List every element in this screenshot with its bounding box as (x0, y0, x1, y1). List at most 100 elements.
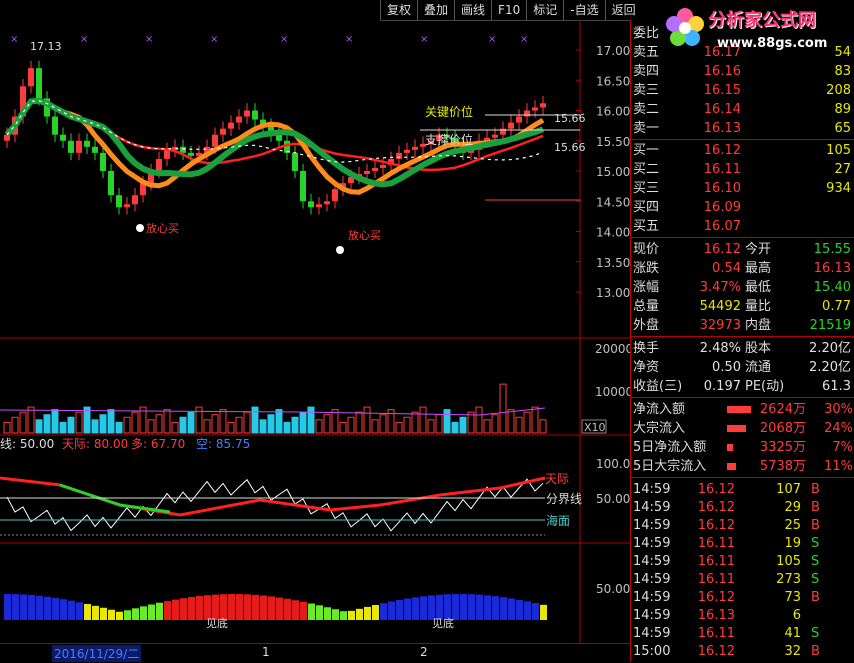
fundamental-label: 收益(三) (633, 379, 683, 394)
bottom-indicator-bar (324, 607, 331, 620)
quote-value: 3.47% (699, 280, 741, 295)
bottom-indicator-bar (404, 598, 411, 620)
bottom-indicator-bar (260, 595, 267, 620)
bottom-indicator-bar (68, 600, 75, 620)
bottom-indicator-bar (420, 596, 427, 620)
ask-row[interactable]: 卖三 16.15 208 (631, 81, 854, 100)
ask-row[interactable]: 卖四 16.16 83 (631, 62, 854, 81)
fundamental-label: 流通 (745, 360, 772, 375)
bottom-indicator-bar (244, 594, 251, 620)
tick-price: 16.12 (697, 500, 735, 515)
bid-row[interactable]: 买二 16.11 27 (631, 160, 854, 179)
fund-flow-row: 净流入额 2624万 30% (631, 400, 854, 419)
tick-side: S (811, 572, 820, 587)
fundamental-row: 换手 2.48% 股本 2.20亿 (631, 339, 854, 358)
fenjie-label: 分界线 (546, 492, 582, 506)
tick-row: 14:59 16.12 107 B (631, 480, 854, 499)
price-tick-label: 13.50 (596, 256, 630, 270)
candle-body (100, 152, 106, 171)
tick-volume: 41 (784, 626, 801, 641)
bottom-indicator-bar (44, 596, 51, 620)
bottom-indicator-bar (252, 594, 259, 620)
ask-volume: 208 (826, 83, 851, 98)
bottom-indicator-bar (196, 595, 203, 620)
volume-bar (51, 409, 59, 434)
bottom-indicator-bar (132, 608, 139, 620)
ask-label: 卖四 (633, 64, 660, 79)
ask-label: 卖二 (633, 102, 660, 117)
quote-label: 最低 (745, 280, 772, 295)
toolbar-f10-button[interactable]: F10 (491, 0, 526, 20)
toolbar-mark-button[interactable]: 标记 (526, 0, 563, 20)
candle-body (156, 158, 162, 171)
indicator-duo-value: 多: 67.70 (131, 437, 185, 451)
toolbar-watchlist-button[interactable]: -自选 (563, 0, 604, 20)
bottom-indicator-bar (12, 594, 19, 620)
bid-row[interactable]: 买五 16.07 (631, 217, 854, 236)
quote-value: 32973 (699, 318, 741, 333)
quote-label: 涨跌 (633, 261, 660, 276)
quote-row: 涨幅 3.47% 最低 15.40 (631, 278, 854, 297)
bid-row[interactable]: 买一 16.12 105 (631, 141, 854, 160)
bid-price: 16.09 (703, 200, 741, 215)
bottom-indicator-tick: 50.00 (596, 582, 630, 596)
volume-bar (443, 409, 451, 434)
bottom-indicator-bar (116, 611, 123, 620)
toolbar-draw-button[interactable]: 画线 (454, 0, 491, 20)
volume-bar (179, 416, 187, 434)
tick-side: S (811, 554, 820, 569)
bid-row[interactable]: 买四 16.09 (631, 198, 854, 217)
quote-label: 最高 (745, 261, 772, 276)
bid-label: 买一 (633, 143, 660, 158)
tick-time: 14:59 (633, 500, 671, 515)
volume-bar (107, 409, 115, 434)
fundamental-value: 61.3 (822, 379, 851, 394)
volume-bar (283, 421, 291, 434)
tick-price: 16.13 (697, 608, 735, 623)
price-tick-label: 17.00 (596, 44, 630, 58)
bottom-indicator-bar (516, 599, 523, 620)
tianji-label: 天际 (545, 472, 569, 486)
bottom-indicator-bar (412, 597, 419, 620)
divider (631, 397, 854, 398)
candle-body (180, 146, 186, 153)
tick-row: 14:59 16.11 105 S (631, 552, 854, 571)
quote-value: 15.55 (813, 242, 851, 257)
current-date-label: 2016/11/29/二 (52, 645, 142, 662)
tick-volume: 29 (784, 500, 801, 515)
bottom-indicator-bar (180, 598, 187, 620)
volume-bar (35, 419, 43, 434)
support-price-label: 支撑价位 (425, 132, 473, 147)
tick-time: 14:59 (633, 572, 671, 587)
marker-icon: × (210, 34, 218, 45)
divider (631, 237, 854, 238)
ask-row[interactable]: 卖一 16.13 65 (631, 119, 854, 138)
fund-flow-row: 5日净流入额 3325万 7% (631, 438, 854, 457)
tick-time: 14:59 (633, 608, 671, 623)
volume-bar (91, 419, 99, 434)
ask-row[interactable]: 卖二 16.14 89 (631, 100, 854, 119)
site-logo: 分析家公式网 www.88gs.com (655, 2, 854, 62)
bid-label: 买四 (633, 200, 660, 215)
bottom-indicator-bar (156, 602, 163, 620)
candle-body (308, 201, 314, 208)
tick-side: B (811, 644, 820, 659)
volume-bar (259, 419, 267, 434)
indicator-tick: 50.00 (596, 492, 630, 506)
kline-chart-area[interactable]: 17.00 16.50 16.00 15.50 15.00 14.50 14.00 13.50… (0, 0, 630, 643)
fundamental-value: 2.20亿 (809, 341, 851, 356)
bid-volume: 105 (826, 143, 851, 158)
volume-bar (307, 406, 315, 434)
marker-icon: × (145, 34, 153, 45)
fundamental-row: 收益(三) 0.197 PE(动) 61.3 (631, 377, 854, 396)
bid-row[interactable]: 买三 16.10 934 (631, 179, 854, 198)
toolbar-back-button[interactable]: 返回 (604, 0, 642, 20)
toolbar-overlay-button[interactable]: 叠加 (417, 0, 454, 20)
volume-bar (43, 414, 51, 434)
candle-body (540, 103, 546, 108)
fundamental-value: 2.20亿 (809, 360, 851, 375)
tick-time: 14:59 (633, 482, 671, 497)
candle-body (28, 68, 34, 87)
toolbar-fuquan-button[interactable]: 复权 (380, 0, 417, 20)
quote-panel: 委比 卖五 16.17 54 卖四 16.16 83 卖三 16.15 208 卖二 16.14 89 卖… (630, 20, 854, 662)
